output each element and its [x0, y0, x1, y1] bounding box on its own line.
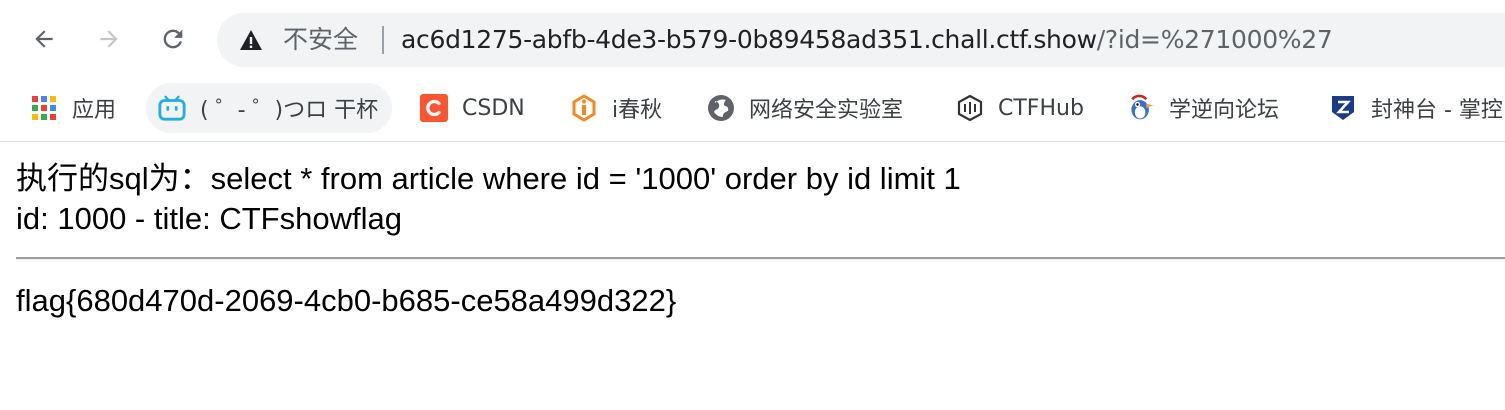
forward-button[interactable]	[89, 19, 129, 59]
flag-text: flag{680d470d-2069-4cb0-b685-ce58a499d32…	[16, 283, 677, 318]
bookmark-label: 学逆向论坛	[1169, 98, 1280, 123]
bookmark-label: CTFHub	[998, 95, 1084, 121]
arrow-right-icon	[100, 30, 118, 48]
result-line: id: 1000 - title: CTFshowflag	[16, 201, 402, 236]
bookmark-label: CSDN	[462, 95, 525, 121]
ctfhub-icon	[956, 94, 984, 122]
bookmark-fengshentai[interactable]: 封神台 - 掌控	[1329, 83, 1503, 133]
csdn-icon	[420, 94, 448, 122]
horizontal-rule	[16, 257, 1505, 260]
bird-icon	[1127, 94, 1155, 122]
url-text[interactable]: ac6d1275-abfb-4de3-b579-0b89458ad351.cha…	[401, 24, 1333, 56]
back-button[interactable]	[24, 19, 64, 59]
bookmark-reverse-forum[interactable]: 学逆向论坛	[1127, 83, 1279, 133]
address-bar[interactable]: 不安全 ac6d1275-abfb-4de3-b579-0b89458ad351…	[217, 13, 1505, 67]
fengshentai-icon	[1329, 94, 1357, 122]
bookmark-label: i春秋	[612, 98, 663, 123]
bookmark-bilibili[interactable]: ( ゜- ゜)つロ 干杯	[146, 83, 393, 133]
bookmark-label: ( ゜- ゜)つロ 干杯	[200, 98, 379, 123]
apps-grid-icon	[30, 94, 58, 122]
sql-query-line: 执行的sql为：select * from article where id =…	[16, 161, 961, 196]
security-status-label[interactable]: 不安全	[283, 24, 358, 56]
bookmark-security-lab[interactable]: 网络安全实验室	[707, 83, 903, 133]
globe-icon	[707, 94, 735, 122]
omnibox-divider	[382, 26, 384, 54]
bookmark-label: 网络安全实验室	[749, 98, 904, 123]
browser-toolbar: 不安全 ac6d1275-abfb-4de3-b579-0b89458ad351…	[0, 0, 1505, 79]
url-host: ac6d1275-abfb-4de3-b579-0b89458ad351.cha…	[401, 25, 1097, 54]
bookmark-ctfhub[interactable]: CTFHub	[956, 83, 1084, 133]
bookmark-label: 应用	[72, 98, 117, 123]
bookmark-label: 封神台 - 掌控	[1371, 98, 1503, 123]
page-content: 执行的sql为：select * from article where id =…	[16, 159, 1486, 239]
bookmark-apps[interactable]: 应用	[30, 83, 116, 133]
bilibili-icon	[158, 94, 186, 122]
ichunqiu-icon	[570, 94, 598, 122]
arrow-left-icon	[35, 30, 53, 48]
reload-button[interactable]	[153, 19, 193, 59]
bookmark-csdn[interactable]: CSDN	[420, 83, 525, 133]
warning-triangle-icon[interactable]	[239, 29, 263, 51]
bookmark-ichunqiu[interactable]: i春秋	[570, 83, 662, 133]
url-path: /?id=%271000%27	[1096, 25, 1333, 54]
reload-icon	[163, 29, 183, 49]
bookmarks-bar: 应用 ( ゜- ゜)つロ 干杯 CSDN i春秋 网络安全实验室 CTFHub …	[0, 79, 1505, 142]
